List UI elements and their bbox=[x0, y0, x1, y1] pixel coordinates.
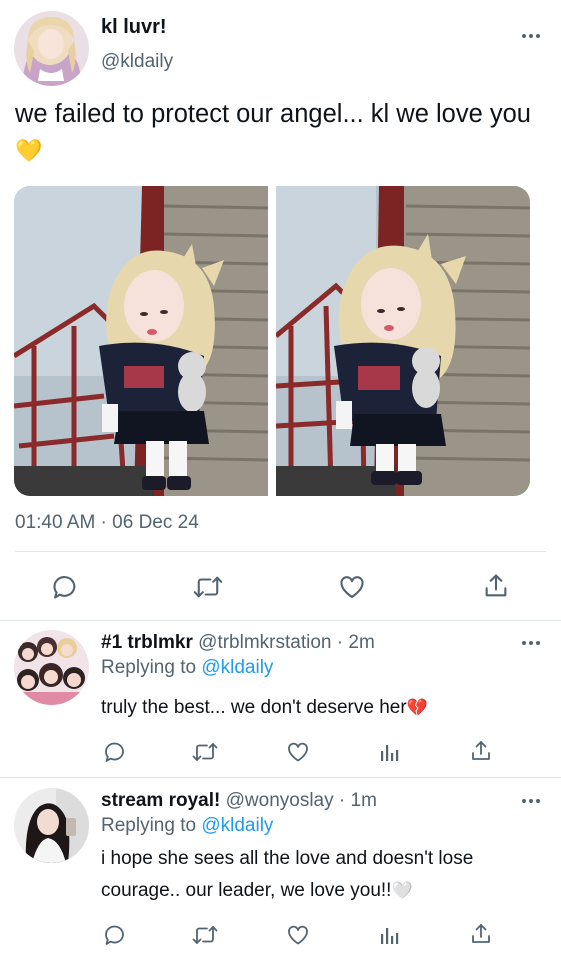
reply-icon[interactable] bbox=[103, 740, 127, 764]
main-avatar[interactable] bbox=[14, 11, 89, 86]
divider bbox=[0, 620, 561, 621]
more-options-icon[interactable] bbox=[522, 641, 540, 645]
tweet-photo-1[interactable] bbox=[14, 186, 268, 496]
replying-to-link[interactable]: @kldaily bbox=[201, 815, 273, 836]
reply-icon[interactable] bbox=[103, 923, 127, 947]
reply-2-header: stream royal! @wonyoslay · 1m bbox=[101, 790, 377, 812]
like-icon[interactable] bbox=[338, 573, 366, 601]
divider bbox=[0, 777, 561, 778]
replying-to-link[interactable]: @kldaily bbox=[201, 657, 273, 678]
author-handle[interactable]: @kldaily bbox=[101, 51, 173, 73]
analytics-icon[interactable] bbox=[379, 924, 401, 946]
retweet-icon[interactable] bbox=[192, 740, 218, 764]
reply-1-text: truly the best... we don't deserve her💔 bbox=[101, 692, 541, 724]
tweet-photo-2[interactable] bbox=[276, 186, 530, 496]
reply-1-time[interactable]: · 2m bbox=[337, 632, 375, 653]
reply-2-replying-to: Replying to @kldaily bbox=[101, 815, 273, 837]
reply-2-time[interactable]: · 1m bbox=[339, 790, 377, 811]
share-icon[interactable] bbox=[469, 922, 493, 946]
reply-1-header: #1 trblmkr @trblmkrstation · 2m bbox=[101, 632, 375, 654]
share-icon[interactable] bbox=[469, 739, 493, 763]
reply-1-handle[interactable]: @trblmkrstation bbox=[198, 632, 331, 653]
reply-icon[interactable] bbox=[51, 573, 79, 601]
broken-heart-emoji: 💔 bbox=[406, 698, 428, 717]
tweet-text: we failed to protect our angel... kl we … bbox=[15, 96, 545, 169]
yellow-heart-emoji: 💛 bbox=[15, 138, 43, 163]
reply-2-avatar[interactable] bbox=[14, 788, 89, 863]
share-icon[interactable] bbox=[482, 572, 510, 600]
reply-1-text-body: truly the best... we don't deserve her bbox=[101, 697, 407, 718]
tweet-timestamp[interactable]: 01:40 AM · 06 Dec 24 bbox=[15, 512, 199, 534]
reply-2-text-body: i hope she sees all the love and doesn't… bbox=[101, 848, 474, 901]
reply-1-avatar[interactable] bbox=[14, 630, 89, 705]
more-options-icon[interactable] bbox=[522, 34, 540, 38]
retweet-icon[interactable] bbox=[192, 923, 218, 947]
white-heart-emoji: 🤍 bbox=[391, 881, 413, 900]
author-display-name[interactable]: kl luvr! bbox=[101, 16, 167, 39]
replying-to-label: Replying to bbox=[101, 815, 197, 836]
retweet-icon[interactable] bbox=[193, 573, 223, 601]
like-icon[interactable] bbox=[286, 740, 310, 764]
divider bbox=[15, 551, 546, 552]
more-options-icon[interactable] bbox=[522, 799, 540, 803]
reply-1-replying-to: Replying to @kldaily bbox=[101, 657, 273, 679]
replying-to-label: Replying to bbox=[101, 657, 197, 678]
like-icon[interactable] bbox=[286, 923, 310, 947]
tweet-text-body: we failed to protect our angel... kl we … bbox=[15, 100, 531, 128]
reply-2-display-name[interactable]: stream royal! bbox=[101, 790, 220, 811]
analytics-icon[interactable] bbox=[379, 741, 401, 763]
reply-2-handle[interactable]: @wonyoslay bbox=[226, 790, 334, 811]
reply-2-text: i hope she sees all the love and doesn't… bbox=[101, 843, 541, 907]
reply-1-display-name[interactable]: #1 trblmkr bbox=[101, 632, 193, 653]
